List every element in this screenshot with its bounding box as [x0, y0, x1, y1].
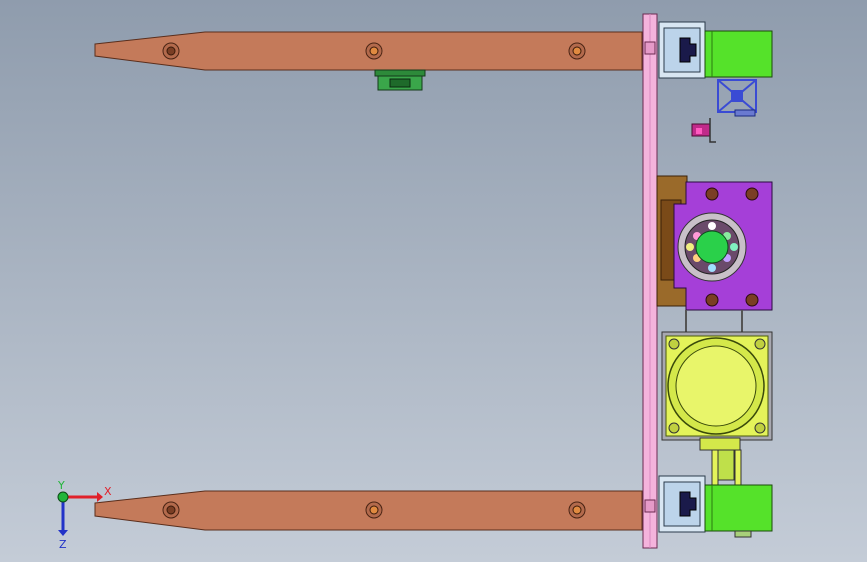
axis-x-label: X [104, 485, 112, 498]
motor-flange-icon [667, 337, 765, 435]
bolt-hole-icon [162, 42, 180, 60]
motor-mount[interactable] [661, 331, 773, 441]
bolt-hole-icon [162, 501, 180, 519]
slide-block-lower[interactable] [658, 475, 706, 533]
cylinder-lower[interactable] [704, 484, 773, 538]
cad-scene[interactable]: X Y Z [0, 0, 867, 562]
mounting-plate[interactable] [642, 13, 658, 549]
bearing-block[interactable] [673, 181, 773, 332]
slide-block-upper[interactable] [658, 21, 706, 79]
fork-arm-lower[interactable] [94, 490, 643, 531]
axis-z-label: Z [59, 538, 67, 551]
bearing-icon [677, 212, 747, 282]
bolt-hole-icon [568, 501, 586, 519]
cad-viewport[interactable]: X Y Z [0, 0, 867, 562]
fork-arm-upper[interactable] [94, 31, 643, 71]
bolt-hole-icon [365, 42, 383, 60]
axis-y-label: Y [57, 479, 65, 492]
sensor-module[interactable] [374, 69, 426, 91]
bolt-hole-icon [568, 42, 586, 60]
bolt-hole-icon [365, 501, 383, 519]
cylinder-upper[interactable] [704, 30, 773, 78]
